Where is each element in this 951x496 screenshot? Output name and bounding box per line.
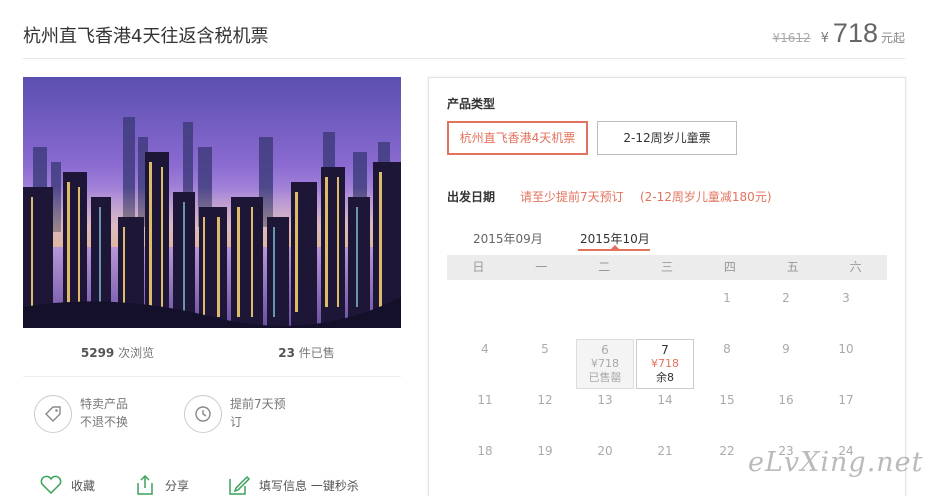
feature-line1: 提前7天预: [230, 397, 286, 411]
hong-kong-skyline-image: [23, 77, 401, 328]
calendar-day: 21: [657, 444, 673, 458]
day-price: ¥718: [651, 357, 679, 370]
tag-icon: [34, 395, 72, 433]
calendar-day: 20: [597, 444, 613, 458]
calendar-day: 2: [782, 291, 790, 305]
calendar-day: 12: [537, 393, 553, 407]
calendar-day: 14: [657, 393, 673, 407]
calendar-day: 15: [719, 393, 735, 407]
page-title: 杭州直飞香港4天往返含税机票: [23, 26, 269, 47]
caret-up-icon: [611, 245, 619, 249]
views-label: 次浏览: [118, 346, 155, 360]
weekday-sun: 日: [472, 260, 485, 274]
feature-line2: 订: [230, 415, 243, 429]
favorite-label: 收藏: [71, 478, 96, 493]
day-number: 7: [661, 343, 669, 357]
option-child-ticket[interactable]: 2-12周岁儿童票: [597, 121, 737, 155]
price-block: ¥1612 ¥ 718 元起: [772, 18, 905, 49]
booking-panel: 产品类型 杭州直飞香港4天机票 2-12周岁儿童票 出发日期 请至少提前7天预订…: [428, 77, 906, 496]
calendar-day: 1: [723, 291, 731, 305]
feature-line1: 特卖产品: [80, 397, 129, 411]
departure-date-label: 出发日期: [447, 190, 496, 204]
product-page: 杭州直飞香港4天往返含税机票 ¥1612 ¥ 718 元起 5299 次浏览 2…: [0, 0, 951, 496]
views-stat: 5299 次浏览: [23, 338, 212, 376]
option-adult-ticket[interactable]: 杭州直飞香港4天机票: [447, 121, 588, 155]
advance-booking-note: 请至少提前7天预订: [520, 190, 624, 204]
calendar-day: 3: [842, 291, 850, 305]
child-discount-note: (2-12周岁儿童减180元): [640, 190, 772, 204]
day-status: 余8: [656, 371, 674, 384]
fill-info-button[interactable]: 填写信息 一键秒杀: [227, 474, 359, 496]
header-divider: [23, 58, 905, 59]
calendar-day: 5: [541, 342, 549, 356]
share-button[interactable]: 分享: [133, 474, 189, 496]
calendar-day: 13: [597, 393, 613, 407]
calendar-day: 10: [838, 342, 854, 356]
weekday-mon: 一: [535, 260, 548, 274]
product-type-label: 产品类型: [447, 97, 496, 111]
current-price: 718: [832, 18, 878, 48]
product-photo: [23, 77, 401, 328]
calendar-day: 9: [782, 342, 790, 356]
edit-icon: [227, 474, 251, 496]
currency-symbol: ¥: [820, 31, 829, 46]
weekday-thu: 四: [723, 260, 736, 274]
weekday-header: 日 一 二 三 四 五 六: [447, 255, 887, 280]
feature-list: 特卖产品 不退不换 提前7天预 订: [34, 395, 334, 433]
calendar-day: 16: [778, 393, 794, 407]
weekday-tue: 二: [598, 260, 611, 274]
calendar-day: 8: [723, 342, 731, 356]
views-count: 5299: [80, 346, 115, 360]
feature-advance-booking: 提前7天预 订: [184, 395, 300, 433]
day-price: ¥718: [591, 357, 619, 370]
action-bar: 收藏 分享 填写信息 一键秒杀: [39, 474, 397, 496]
calendar-day: 18: [477, 444, 493, 458]
fill-info-label: 填写信息 一键秒杀: [259, 478, 359, 493]
day-status: 已售罄: [588, 371, 622, 384]
favorite-button[interactable]: 收藏: [39, 475, 95, 495]
calendar-day: 4: [481, 342, 489, 356]
calendar-day: 19: [537, 444, 553, 458]
day-number: 6: [601, 343, 609, 357]
original-price: ¥1612: [772, 31, 811, 45]
calendar-day-available[interactable]: 7 ¥718 余8: [636, 339, 694, 389]
tab-month-september[interactable]: 2015年09月: [473, 230, 543, 247]
price-unit: 元起: [880, 31, 905, 45]
weekday-sat: 六: [849, 260, 862, 274]
feature-line2: 不退不换: [80, 415, 129, 429]
weekday-wed: 三: [661, 260, 674, 274]
share-icon: [133, 474, 157, 496]
calendar-day-sold-out: 6 ¥718 已售罄: [576, 339, 634, 389]
sold-count: 23: [278, 346, 295, 360]
calendar-day: 11: [477, 393, 493, 407]
active-month-underline: [578, 249, 650, 251]
sold-stat: 23 件已售: [212, 338, 401, 376]
clock-icon: [184, 395, 222, 433]
product-stats: 5299 次浏览 23 件已售: [23, 338, 401, 376]
share-label: 分享: [165, 478, 190, 493]
weekday-fri: 五: [786, 260, 799, 274]
calendar-day: 17: [838, 393, 854, 407]
stats-divider: [23, 376, 401, 377]
sold-label: 件已售: [298, 346, 335, 360]
site-watermark: eLvXing.net: [748, 447, 924, 478]
feature-special-sale: 特卖产品 不退不换: [34, 395, 150, 433]
heart-icon: [39, 475, 63, 495]
